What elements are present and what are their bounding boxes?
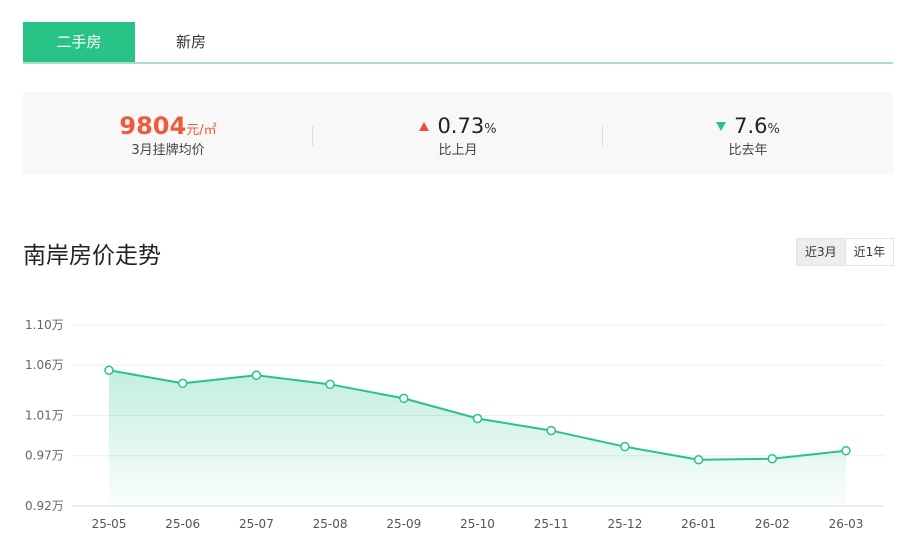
data-point[interactable] (841, 445, 851, 456)
y-tick-label: 1.01万 (25, 409, 64, 423)
x-tick-label: 25-09 (386, 517, 421, 531)
tab-second-hand[interactable]: 二手房 (23, 22, 135, 62)
data-point[interactable] (693, 454, 704, 465)
average-price-label: 3月挂牌均价 (131, 143, 205, 158)
x-tick-label: 26-02 (755, 517, 790, 531)
x-tick-label: 26-01 (681, 517, 716, 531)
x-tick-label: 25-06 (165, 517, 200, 531)
data-point[interactable] (472, 413, 483, 424)
range-toggle: 近3月 近1年 (796, 238, 895, 266)
section-title: 南岸房价走势 (23, 243, 161, 269)
y-tick-label: 1.10万 (25, 318, 64, 332)
yoy-label: 比去年 (728, 143, 768, 158)
x-tick-label: 26-03 (829, 517, 864, 531)
yoy-value: 7.6 (734, 114, 768, 138)
data-point[interactable] (177, 378, 188, 389)
data-point[interactable] (104, 365, 114, 375)
tab-new-house[interactable]: 新房 (135, 22, 247, 62)
mom-label: 比上月 (438, 143, 478, 158)
x-tick-label: 25-10 (460, 517, 495, 531)
average-price-value: 9804 (119, 112, 187, 140)
data-point[interactable] (620, 441, 630, 452)
x-tick-label: 25-07 (239, 517, 274, 531)
series-area (109, 370, 846, 506)
average-price-unit: 元/㎡ (186, 123, 217, 138)
y-tick-label: 0.97万 (25, 449, 64, 463)
x-tick-label: 25-08 (313, 517, 348, 531)
trend-down-icon (716, 122, 727, 131)
stat-month-over-month: 0.73% 比上月 (313, 92, 603, 174)
price-trend-chart: 1.10万 1.06万 1.01万 0.97万 0.92万 25-05 25-06 25-0… (25, 318, 884, 531)
stat-year-over-year: 7.6% 比去年 (603, 92, 893, 174)
data-point[interactable] (767, 453, 778, 464)
mom-value: 0.73 (437, 114, 485, 138)
mom-percent-sign: % (484, 122, 497, 137)
y-tick-label: 0.92万 (25, 499, 64, 513)
house-type-tabs: 二手房 新房 (23, 22, 893, 64)
trend-up-icon (419, 122, 430, 131)
price-stats-panel: 9804元/㎡ 3月挂牌均价 0.73% 比上月 7.6% 比去年 (23, 92, 893, 174)
data-point[interactable] (399, 393, 409, 404)
y-tick-label: 1.06万 (25, 358, 64, 372)
range-three-months-button[interactable]: 近3月 (797, 239, 845, 265)
range-one-year-button[interactable]: 近1年 (844, 239, 894, 265)
data-point[interactable] (325, 379, 335, 390)
x-tick-label: 25-11 (534, 517, 569, 531)
data-point[interactable] (546, 425, 556, 436)
stat-average-price: 9804元/㎡ 3月挂牌均价 (23, 92, 313, 174)
x-tick-label: 25-05 (92, 517, 127, 531)
data-point[interactable] (251, 370, 262, 381)
yoy-percent-sign: % (767, 122, 780, 137)
x-tick-label: 25-12 (607, 517, 642, 531)
